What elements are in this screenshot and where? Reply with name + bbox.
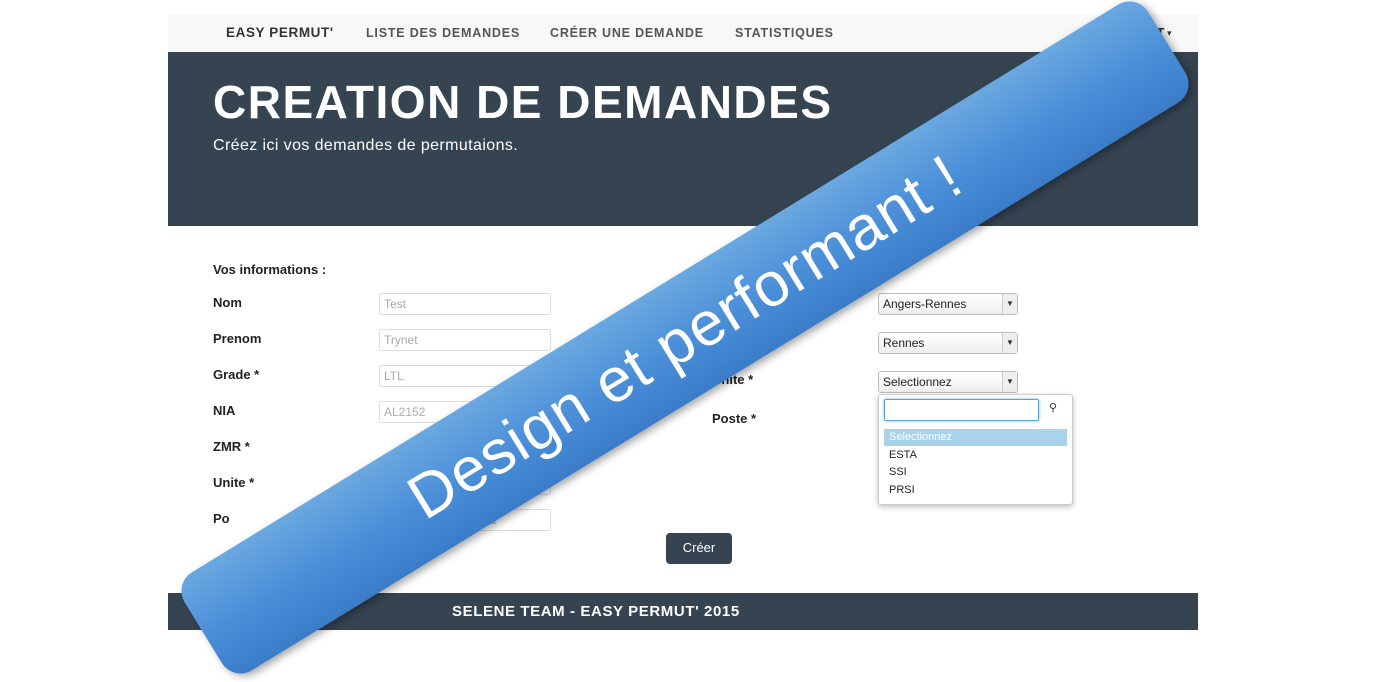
dropdown-option[interactable]: SSI bbox=[884, 464, 1067, 481]
chevron-down-icon: ▼ bbox=[1002, 372, 1017, 392]
dropdown-option[interactable]: PRSI bbox=[884, 482, 1067, 499]
top-navbar: EASY PERMUT' LISTE DES DEMANDES CRÉER UN… bbox=[168, 14, 1198, 53]
chevron-down-icon: ▼ bbox=[1002, 333, 1017, 353]
prenom-field[interactable]: Trynet bbox=[379, 329, 551, 351]
dropdown-option[interactable]: Selectionnez bbox=[884, 429, 1067, 446]
label-nia: NIA bbox=[213, 403, 236, 418]
ville-select-value: Rennes bbox=[883, 336, 925, 350]
zmr-select[interactable]: Angers-Rennes ▼ bbox=[878, 293, 1018, 315]
label-unite: Unite * bbox=[213, 475, 255, 490]
nom-field[interactable]: Test bbox=[379, 293, 551, 315]
footer-text: SELENE TEAM - EASY PERMUT' 2015 bbox=[452, 603, 740, 620]
nav-liste-demandes[interactable]: LISTE DES DEMANDES bbox=[366, 26, 520, 40]
nav-creer-demande[interactable]: CRÉER UNE DEMANDE bbox=[550, 26, 704, 40]
page-subtitle: Créez ici vos demandes de permutaions. bbox=[213, 137, 519, 154]
unite-select[interactable]: Selectionnez ▼ bbox=[878, 371, 1018, 393]
chevron-down-icon: ▼ bbox=[1002, 294, 1017, 314]
nav-statistiques[interactable]: STATISTIQUES bbox=[735, 26, 834, 40]
search-icon: ⚲ bbox=[1049, 402, 1058, 414]
dropdown-option[interactable]: ESTA bbox=[884, 447, 1067, 464]
creer-button[interactable]: Créer bbox=[666, 533, 732, 564]
label-prenom: Prenom bbox=[213, 331, 262, 346]
label-grade: Grade * bbox=[213, 367, 260, 382]
label-nom: Nom bbox=[213, 295, 242, 310]
zmr-select-value: Angers-Rennes bbox=[883, 297, 967, 311]
ville-select[interactable]: Rennes ▼ bbox=[878, 332, 1018, 354]
page-title: CREATION DE DEMANDES bbox=[213, 76, 833, 128]
unite-select-value: Selectionnez bbox=[883, 375, 952, 389]
section-title: Vos informations : bbox=[213, 262, 327, 277]
caret-down-icon: ▾ bbox=[1166, 28, 1172, 38]
label-poste-right: Poste * bbox=[712, 411, 757, 426]
brand-link[interactable]: EASY PERMUT' bbox=[226, 25, 334, 40]
select-dropdown: ⚲ Selectionnez ESTA SSI PRSI bbox=[878, 394, 1073, 505]
label-poste: Po bbox=[213, 511, 230, 526]
dropdown-search-input[interactable] bbox=[884, 399, 1039, 421]
label-zmr: ZMR * bbox=[213, 439, 250, 454]
